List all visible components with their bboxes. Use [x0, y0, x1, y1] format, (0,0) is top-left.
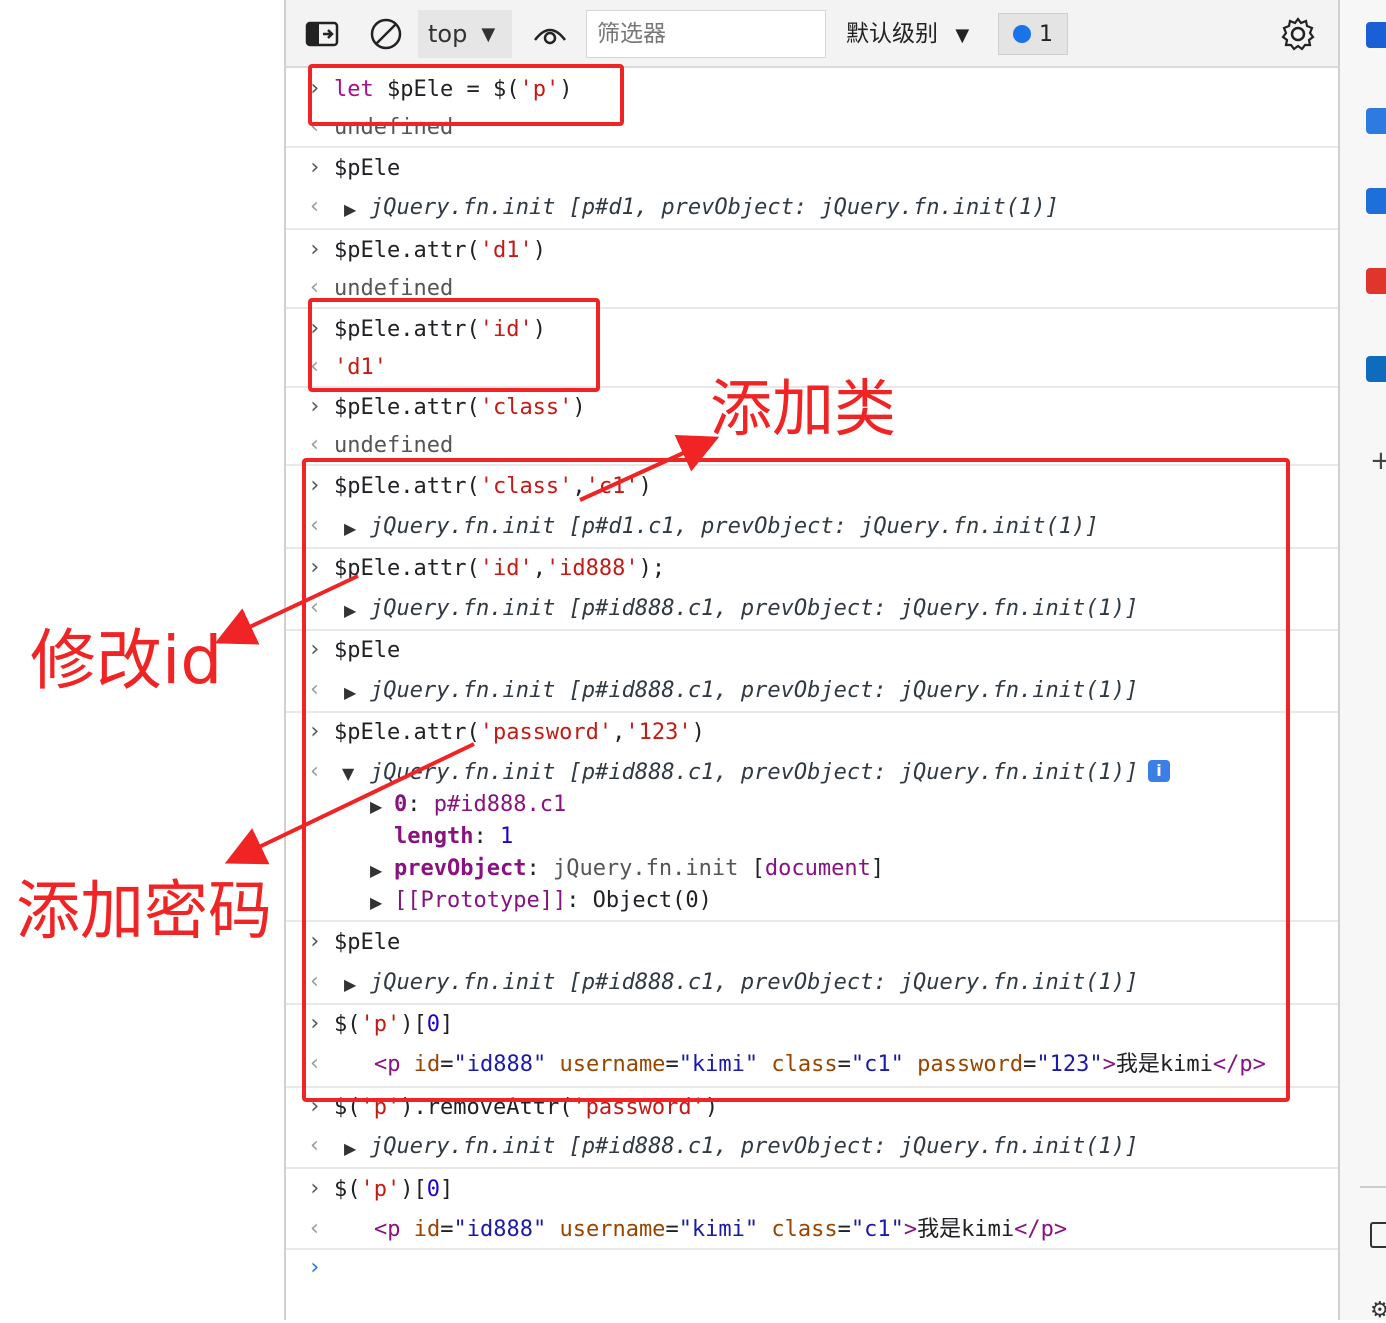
arrow-add-class — [579, 435, 720, 502]
arrow-modify-id — [214, 574, 359, 645]
arrow-add-password — [224, 742, 475, 865]
annotation-arrows — [214, 435, 720, 865]
